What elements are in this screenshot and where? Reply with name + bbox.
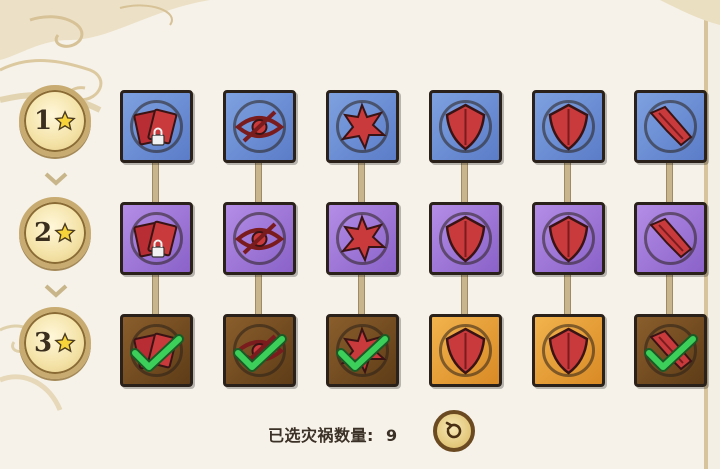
crystal-shard-icon [644, 100, 697, 153]
shield-icon [439, 100, 492, 153]
disaster-card-tier2-col6[interactable] [634, 202, 707, 275]
reset-button[interactable] [433, 410, 475, 452]
disaster-card-tier2-col3[interactable] [326, 202, 399, 275]
disaster-card-tier1-col3[interactable] [326, 90, 399, 163]
column-connector [461, 272, 468, 320]
disaster-card-tier2-col4[interactable] [429, 202, 502, 275]
column-connector [666, 160, 673, 208]
shield-icon [542, 100, 595, 153]
cards-lock-icon [130, 100, 183, 153]
disaster-card-tier1-col4[interactable] [429, 90, 502, 163]
cards-check-icon [130, 324, 184, 377]
eye-slash-check-icon [233, 324, 287, 377]
reset-arrow-icon [445, 421, 462, 439]
disaster-card-tier2-col2[interactable] [223, 202, 296, 275]
shield-icon [542, 212, 595, 265]
selected-disaster-counter: 已选灾祸数量: 9 [268, 422, 398, 446]
spiked-orb-check-icon [336, 324, 390, 377]
shield-icon [542, 324, 595, 377]
star-icon [54, 332, 76, 353]
eye-slash-icon [233, 212, 286, 265]
shield-icon [439, 212, 492, 265]
column-connector [564, 272, 571, 320]
counter-label: 已选灾祸数量: [268, 426, 374, 445]
column-connector [358, 272, 365, 320]
crystal-shard-icon [644, 212, 697, 265]
disaster-card-tier3-col2[interactable] [223, 314, 296, 387]
spiked-orb-icon [336, 100, 389, 153]
disaster-card-tier3-col6[interactable] [634, 314, 707, 387]
disaster-card-tier3-col4[interactable] [429, 314, 502, 387]
column-connector [255, 160, 262, 208]
tier-number: 1 [33, 106, 53, 136]
counter-value: 9 [385, 426, 398, 445]
disaster-card-tier1-col5[interactable] [532, 90, 605, 163]
disaster-card-tier2-col1[interactable] [120, 202, 193, 275]
eye-slash-icon [233, 100, 286, 153]
tier-badge-2: 2 [19, 197, 91, 269]
tier-number: 2 [33, 218, 53, 248]
spiked-orb-icon [336, 212, 389, 265]
disaster-card-tier1-col1[interactable] [120, 90, 193, 163]
column-connector [461, 160, 468, 208]
tier-badge-1: 1 [19, 85, 91, 157]
tier-number: 3 [33, 328, 53, 358]
disaster-card-tier2-col5[interactable] [532, 202, 605, 275]
disaster-card-tier3-col3[interactable] [326, 314, 399, 387]
column-connector [255, 272, 262, 320]
column-connector [358, 160, 365, 208]
disaster-card-tier3-col1[interactable] [120, 314, 193, 387]
cards-lock-icon [130, 212, 183, 265]
column-connector [152, 272, 159, 320]
tier-badge-3: 3 [19, 307, 91, 379]
disaster-card-tier3-col5[interactable] [532, 314, 605, 387]
chevron-down-icon [44, 172, 68, 186]
shield-icon [439, 324, 492, 377]
crystal-shard-check-icon [644, 324, 698, 377]
column-connector [666, 272, 673, 320]
disaster-card-tier1-col6[interactable] [634, 90, 707, 163]
star-icon [54, 110, 76, 131]
star-icon [54, 222, 76, 243]
column-connector [152, 160, 159, 208]
chevron-down-icon [44, 284, 68, 298]
column-connector [564, 160, 571, 208]
disaster-card-tier1-col2[interactable] [223, 90, 296, 163]
